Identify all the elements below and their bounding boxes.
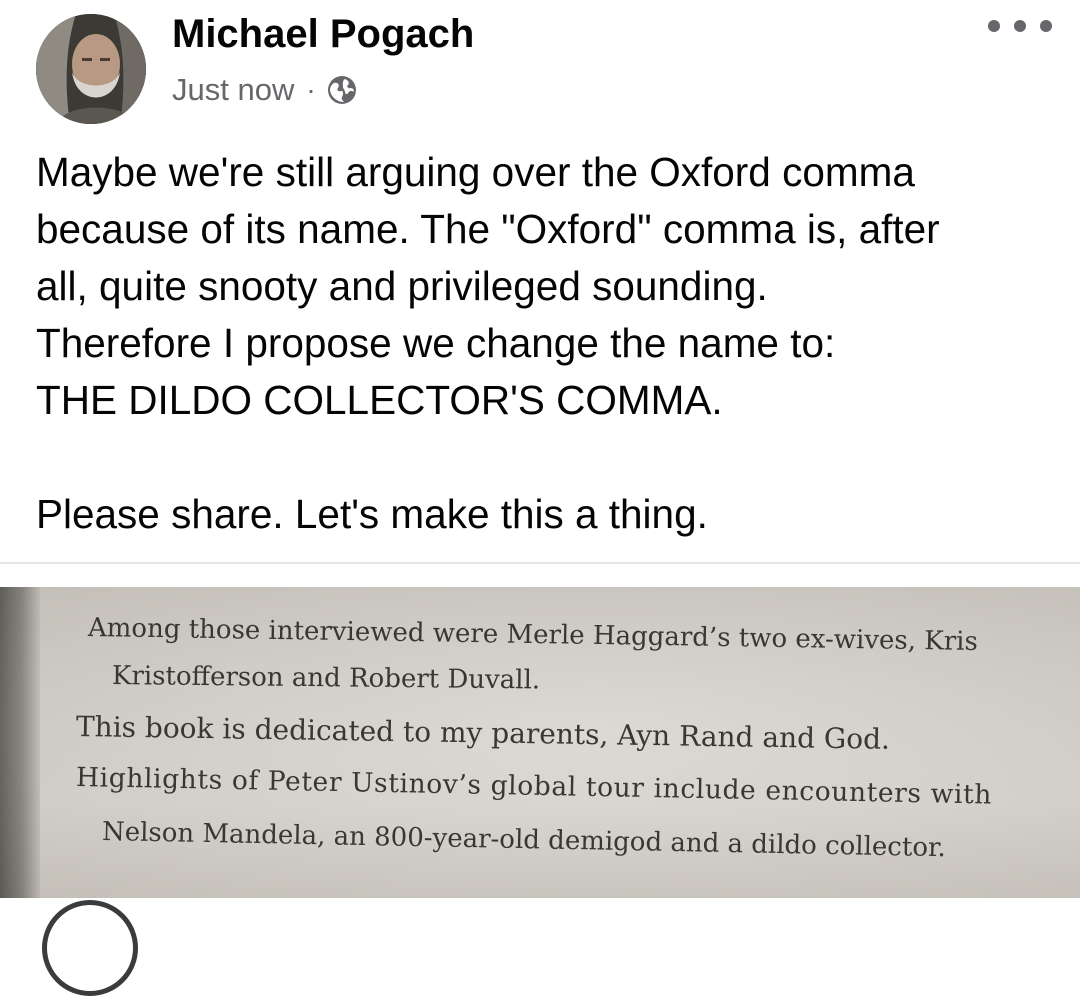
more-options-button[interactable] — [988, 10, 1052, 42]
paragraph-break — [36, 429, 1056, 486]
post-header: Michael Pogach Just now · — [0, 0, 1080, 130]
post-text-line: all, quite snooty and privileged soundin… — [36, 263, 768, 309]
post-text-line: THE DILDO COLLECTOR'S COMMA. — [36, 377, 723, 423]
meta-separator: · — [306, 74, 316, 105]
content-divider — [0, 562, 1080, 564]
author-name[interactable]: Michael Pogach — [172, 12, 474, 56]
post-text: Maybe we're still arguing over the Oxfor… — [36, 144, 1056, 543]
author-avatar[interactable] — [36, 14, 146, 124]
bottom-strip — [0, 898, 1080, 914]
post-photo[interactable]: Among those interviewed were Merle Hagga… — [0, 587, 1080, 898]
more-dot — [1014, 20, 1026, 32]
post-timestamp[interactable]: Just now — [172, 72, 294, 108]
book-text-line: Kristofferson and Robert Duvall. — [111, 661, 541, 696]
more-dot — [1040, 20, 1052, 32]
post-text-line: because of its name. The "Oxford" comma … — [36, 206, 940, 252]
post-text-line: Therefore I propose we change the name t… — [36, 320, 836, 366]
post-meta: Just now · — [172, 70, 358, 110]
globe-icon[interactable] — [326, 74, 358, 106]
post-text-closing: Please share. Let's make this a thing. — [36, 491, 708, 537]
post-text-line: Maybe we're still arguing over the Oxfor… — [36, 149, 915, 195]
more-horizontal-icon — [988, 20, 1000, 32]
next-post-avatar[interactable] — [42, 900, 138, 996]
